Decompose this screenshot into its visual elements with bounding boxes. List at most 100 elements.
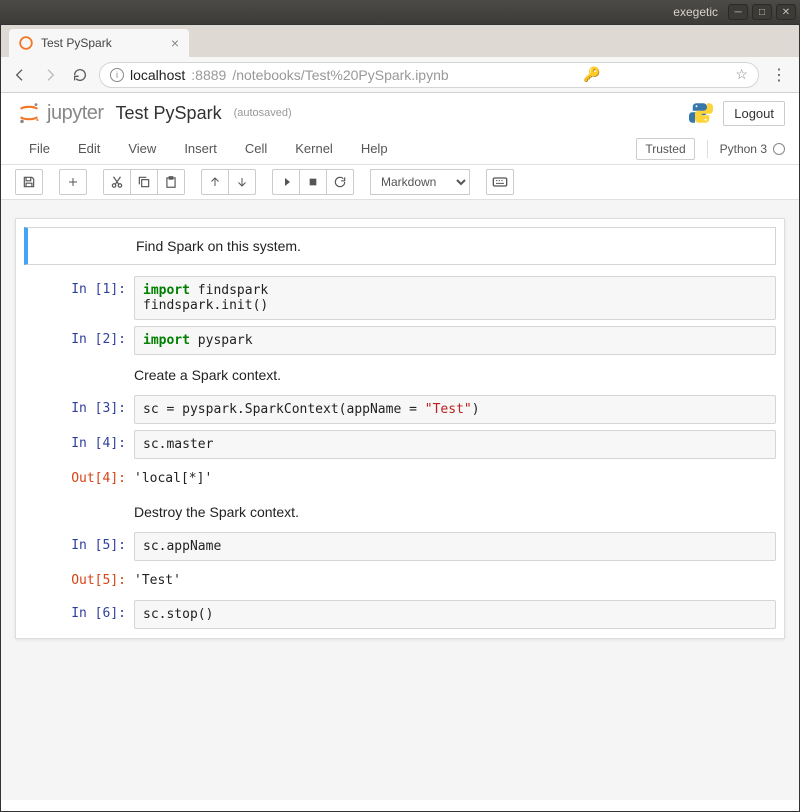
notebook[interactable]: Find Spark on this system. In [1]:import … [15,218,785,639]
menu-kernel[interactable]: Kernel [281,137,347,160]
output-prompt: Out[5]: [24,567,134,594]
reload-icon [72,67,88,83]
jupyter-header: jupyter Test PySpark (autosaved) Logout [1,93,799,133]
code-input[interactable]: sc.appName [134,532,776,561]
code-input[interactable]: sc = pyspark.SparkContext(appName = "Tes… [134,395,776,424]
markdown-cell[interactable]: Create a Spark context. [16,358,784,392]
menu-view[interactable]: View [114,137,170,160]
url-domain: localhost [130,67,185,83]
run-button[interactable] [272,169,300,195]
code-input[interactable]: import findspark findspark.init() [134,276,776,320]
cut-icon [110,175,124,189]
cell-type-select[interactable]: Markdown [370,169,470,195]
jupyter-logo[interactable]: jupyter [15,99,104,127]
jupyter-favicon-icon [19,36,33,50]
code-output: 'Test' [134,567,776,594]
jupyter-page: jupyter Test PySpark (autosaved) Logout … [1,93,799,811]
cell-prompt [24,361,134,389]
save-button[interactable] [15,169,43,195]
code-cell[interactable]: In [6]:sc.stop() [16,597,784,632]
browser-tab-strip: Test PySpark × [1,25,799,57]
markdown-content: Destroy the Spark context. [134,498,776,526]
menu-edit[interactable]: Edit [64,137,114,160]
stop-button[interactable] [299,169,327,195]
browser-menu-button[interactable]: ⋮ [767,65,791,85]
arrow-right-icon [42,67,58,83]
browser-tab[interactable]: Test PySpark × [9,29,189,57]
menu-cell[interactable]: Cell [231,137,281,160]
code-cell[interactable]: In [5]:sc.appName [16,529,784,564]
notebook-title[interactable]: Test PySpark [116,103,222,124]
restart-icon [333,175,347,189]
add-cell-button[interactable] [59,169,87,195]
markdown-content: Create a Spark context. [134,361,776,389]
back-button[interactable] [9,64,31,86]
copy-button[interactable] [130,169,158,195]
code-output-row: Out[5]:'Test' [16,564,784,597]
restart-button[interactable] [326,169,354,195]
arrow-down-icon [236,176,248,188]
cell-prompt [24,498,134,526]
tab-title: Test PySpark [41,36,112,50]
paste-button[interactable] [157,169,185,195]
code-input[interactable]: import pyspark [134,326,776,355]
reload-button[interactable] [69,64,91,86]
output-prompt: Out[4]: [24,465,134,492]
copy-icon [137,175,151,189]
code-cell[interactable]: In [2]:import pyspark [16,323,784,358]
code-cell[interactable]: In [1]:import findspark findspark.init() [16,273,784,323]
move-down-button[interactable] [228,169,256,195]
menu-help[interactable]: Help [347,137,402,160]
input-prompt: In [4]: [24,430,134,459]
maximize-button[interactable]: □ [752,4,772,20]
arrow-left-icon [12,67,28,83]
jupyter-logo-text: jupyter [47,102,104,125]
url-input[interactable]: i localhost :8889/notebooks/Test%20PySpar… [99,62,759,88]
run-icon [280,176,292,188]
move-up-button[interactable] [201,169,229,195]
kernel-status-icon [773,143,785,155]
input-prompt: In [2]: [24,326,134,355]
keyboard-icon [492,176,508,188]
save-password-icon[interactable]: 🔑 [583,66,600,83]
paste-icon [164,175,178,189]
markdown-cell[interactable]: Destroy the Spark context. [16,495,784,529]
site-info-icon[interactable]: i [110,68,124,82]
save-status: (autosaved) [234,107,292,119]
arrow-up-icon [209,176,221,188]
code-cell[interactable]: In [4]:sc.master [16,427,784,462]
cut-button[interactable] [103,169,131,195]
save-icon [22,175,36,189]
os-titlebar: exegetic ─ □ ✕ [0,0,800,24]
close-window-button[interactable]: ✕ [776,4,796,20]
input-prompt: In [6]: [24,600,134,629]
plus-icon [67,176,79,188]
markdown-cell-selected[interactable]: Find Spark on this system. [24,227,776,265]
url-port: :8889 [191,67,226,83]
code-input[interactable]: sc.master [134,430,776,459]
close-tab-icon[interactable]: × [171,35,179,51]
browser-window: Test PySpark × i localhost :8889/notebook… [0,24,800,812]
jupyter-toolbar: Markdown [1,165,799,200]
python-logo-icon [689,101,713,125]
jupyter-logo-icon [15,99,43,127]
stop-icon [308,177,318,187]
jupyter-menubar: File Edit View Insert Cell Kernel Help T… [1,133,799,165]
input-prompt: In [1]: [24,276,134,320]
menu-insert[interactable]: Insert [170,137,231,160]
code-cell[interactable]: In [3]:sc = pyspark.SparkContext(appName… [16,392,784,427]
code-output: 'local[*]' [134,465,776,492]
kernel-indicator[interactable]: Python 3 [720,142,785,156]
code-input[interactable]: sc.stop() [134,600,776,629]
logout-button[interactable]: Logout [723,101,785,126]
code-output-row: Out[4]:'local[*]' [16,462,784,495]
url-path: /notebooks/Test%20PySpark.ipynb [232,67,448,83]
minimize-button[interactable]: ─ [728,4,748,20]
divider [707,140,708,158]
forward-button[interactable] [39,64,61,86]
browser-address-bar: i localhost :8889/notebooks/Test%20PySpar… [1,57,799,93]
trusted-indicator[interactable]: Trusted [636,138,694,160]
command-palette-button[interactable] [486,169,514,195]
menu-file[interactable]: File [15,137,64,160]
bookmark-star-icon[interactable]: ☆ [735,66,748,83]
